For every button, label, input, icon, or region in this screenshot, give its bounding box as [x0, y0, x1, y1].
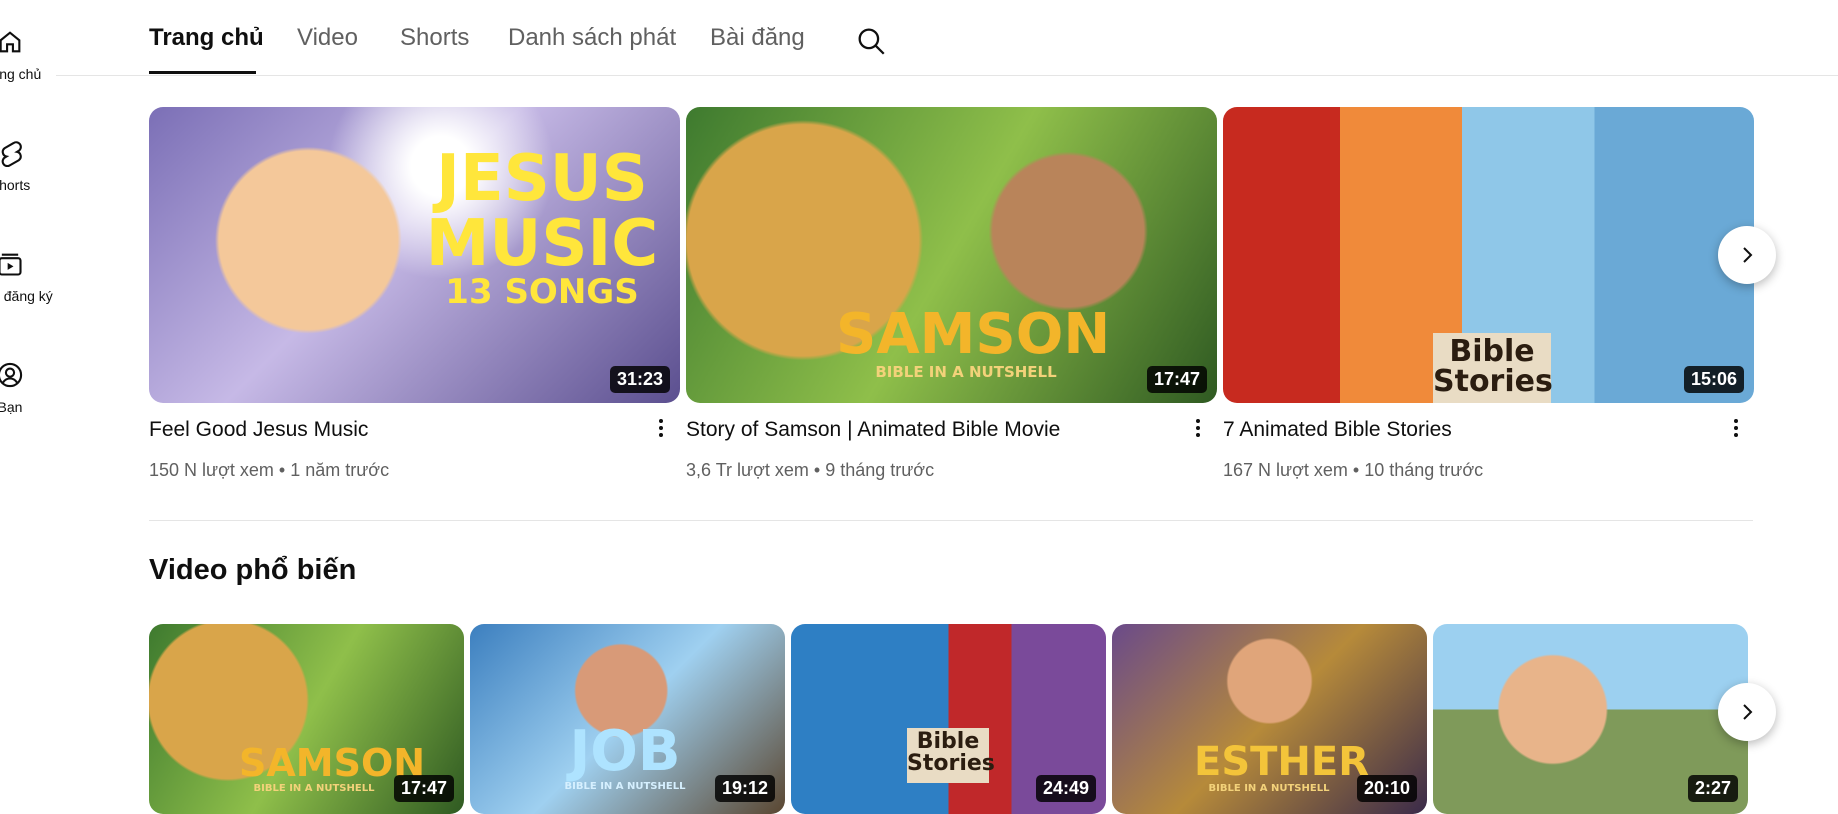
you-icon	[0, 362, 23, 388]
tab-home[interactable]: Trang chủ	[149, 24, 264, 52]
view-count: 167 N lượt xem	[1223, 460, 1348, 480]
duration-badge: 15:06	[1683, 366, 1744, 393]
sidebar-item-home[interactable]: Trang chủ	[0, 0, 54, 90]
video-meta: 150 N lượt xem • 1 năm trước	[149, 460, 390, 480]
duration-badge: 17:47	[393, 775, 454, 802]
section-title: Video phổ biến	[149, 554, 357, 586]
next-popular-button[interactable]	[1718, 683, 1776, 741]
video-thumbnail[interactable]: SAMSON BIBLE IN A NUTSHELL 17:47	[686, 107, 1217, 403]
thumbnail-title-text: ESTHER	[1194, 739, 1370, 785]
chevron-right-icon	[1743, 247, 1753, 263]
sidebar-item-label: Shorts	[0, 177, 31, 193]
search-icon	[858, 28, 885, 55]
thumbnail-title-text: Bible Stories	[907, 728, 995, 783]
tabs-divider	[56, 75, 1838, 76]
thumbnail-subtitle-text: BIBLE IN A NUTSHELL	[564, 781, 686, 792]
shorts-icon	[1, 141, 22, 167]
thumbnail-title-text: JOB	[569, 719, 681, 784]
tab-posts[interactable]: Bài đăng	[710, 24, 805, 52]
thumbnail-subtitle-text: BIBLE IN A NUTSHELL	[1208, 783, 1330, 794]
more-options-button[interactable]	[1188, 416, 1208, 446]
video-thumbnail[interactable]: Bible Stories 15:06	[1223, 107, 1754, 403]
next-videos-button[interactable]	[1718, 226, 1776, 284]
thumbnail-subtitle-text: BIBLE IN A NUTSHELL	[253, 783, 375, 794]
duration-badge: 19:12	[714, 775, 775, 802]
section-divider	[149, 520, 1753, 521]
thumbnail-title-text: SAMSON	[239, 741, 426, 785]
video-meta: 3,6 Tr lượt xem • 9 tháng trước	[686, 460, 935, 480]
more-options-button[interactable]	[1726, 416, 1746, 446]
sidebar-item-label: Trang chủ	[0, 66, 42, 82]
video-title[interactable]: 7 Animated Bible Stories	[1223, 418, 1452, 442]
sidebar-item-label: Kênh đăng ký	[0, 288, 53, 304]
view-count: 3,6 Tr lượt xem	[686, 460, 809, 480]
sidebar-item-label: Bạn	[0, 399, 23, 415]
active-tab-indicator	[149, 71, 256, 74]
video-thumbnail[interactable]: SAMSON BIBLE IN A NUTSHELL 17:47	[149, 624, 464, 814]
duration-badge: 24:49	[1035, 775, 1096, 802]
tab-videos[interactable]: Video	[297, 24, 358, 52]
thumbnail-title-text: SAMSON	[836, 302, 1111, 367]
video-thumbnail[interactable]: Bible Stories 24:49	[791, 624, 1106, 814]
more-vert-icon	[1726, 419, 1746, 437]
upload-age: 1 năm trước	[290, 460, 390, 480]
duration-badge: 17:47	[1146, 366, 1207, 393]
video-title[interactable]: Story of Samson | Animated Bible Movie	[686, 418, 1060, 442]
more-options-button[interactable]	[651, 416, 671, 446]
thumbnail-subtitle-text: 13 SONGS	[445, 272, 639, 312]
duration-badge: 20:10	[1356, 775, 1417, 802]
video-thumbnail[interactable]: JOB BIBLE IN A NUTSHELL 19:12	[470, 624, 785, 814]
upload-age: 9 tháng trước	[825, 460, 935, 480]
more-vert-icon	[1188, 419, 1208, 437]
video-thumbnail[interactable]: ESTHER BIBLE IN A NUTSHELL 20:10	[1112, 624, 1427, 814]
subscriptions-icon	[0, 253, 22, 276]
video-meta: 167 N lượt xem • 10 tháng trước	[1223, 460, 1484, 480]
upload-age: 10 tháng trước	[1364, 460, 1484, 480]
thumbnail-subtitle-text: BIBLE IN A NUTSHELL	[875, 363, 1057, 381]
more-vert-icon	[651, 419, 671, 437]
sidebar-item-shorts[interactable]: Shorts	[0, 111, 54, 201]
home-icon	[0, 31, 21, 53]
view-count: 150 N lượt xem	[149, 460, 274, 480]
mini-sidebar: Trang chủ Shorts Kênh đăng ký Bạn	[0, 0, 56, 800]
duration-badge: 31:23	[609, 366, 670, 393]
duration-badge: 2:27	[1687, 775, 1738, 802]
video-thumbnail[interactable]: 2:27	[1433, 624, 1748, 814]
tab-playlists[interactable]: Danh sách phát	[508, 24, 676, 52]
sidebar-item-subscriptions[interactable]: Kênh đăng ký	[0, 222, 54, 312]
tab-shorts[interactable]: Shorts	[400, 24, 469, 52]
chevron-right-icon	[1743, 704, 1753, 720]
thumbnail-title-text: MUSIC	[425, 207, 659, 281]
video-thumbnail[interactable]: JESUS MUSIC 13 SONGS 31:23	[149, 107, 680, 403]
sidebar-item-you[interactable]: Bạn	[0, 333, 54, 423]
thumbnail-title-text: Bible Stories	[1433, 333, 1553, 403]
search-tab-button[interactable]	[854, 24, 888, 58]
thumbnail-title-text: JESUS	[436, 142, 648, 216]
video-title[interactable]: Feel Good Jesus Music	[149, 418, 368, 442]
